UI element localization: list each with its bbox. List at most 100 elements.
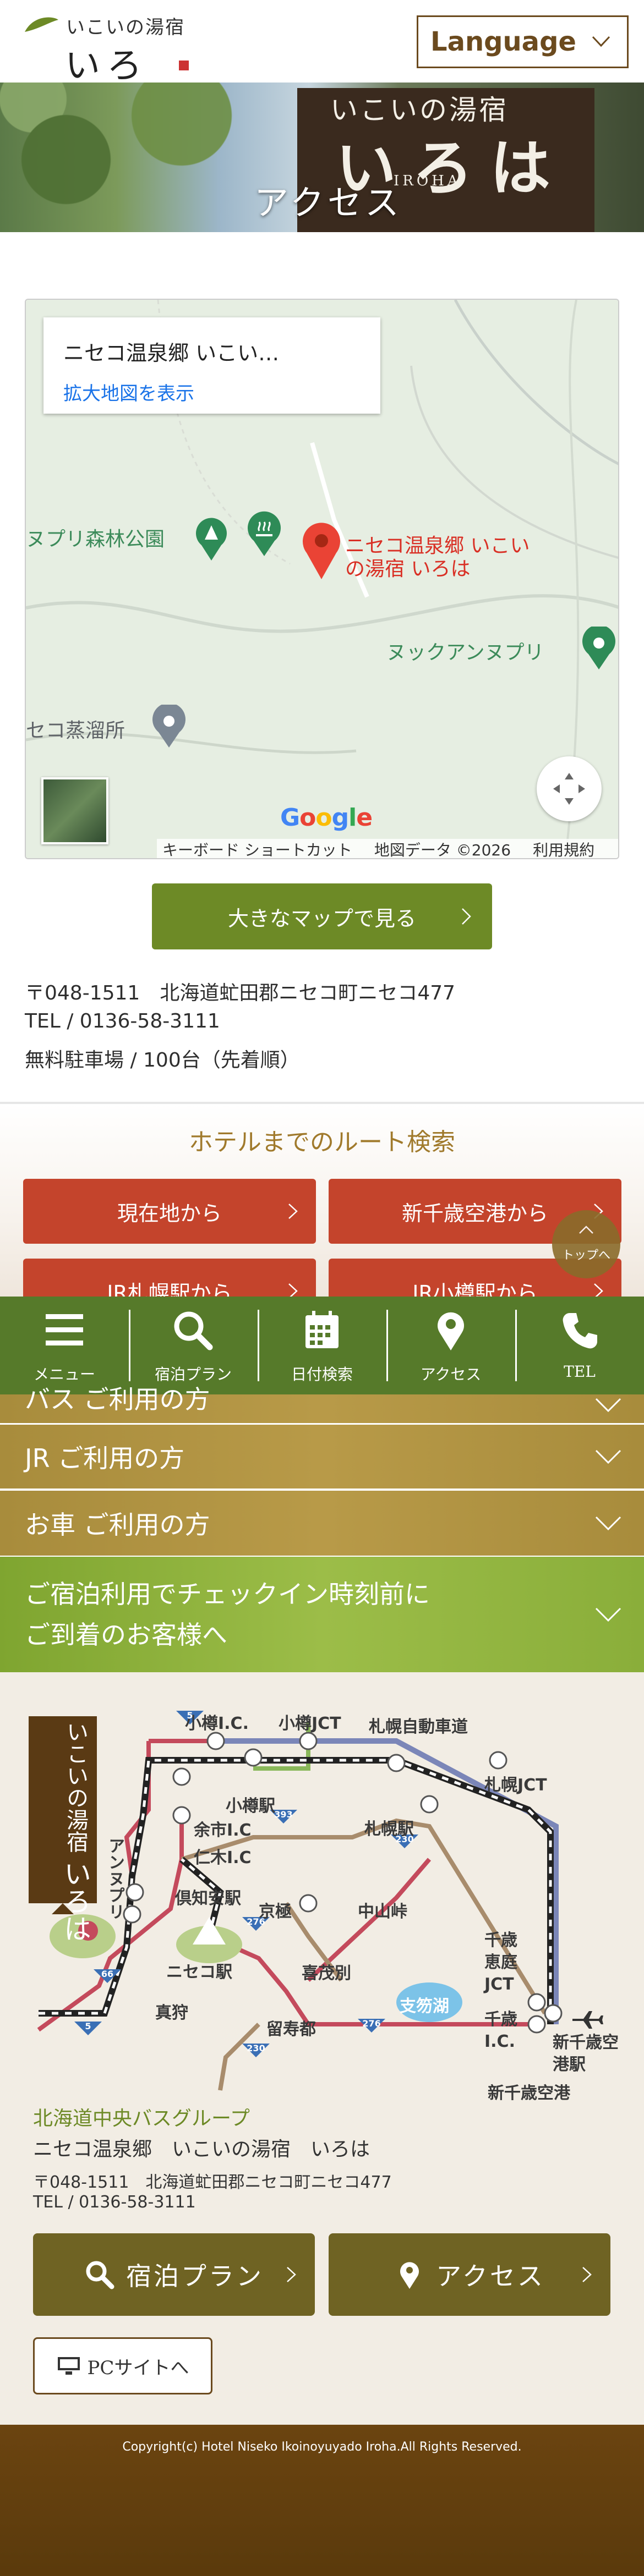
logo-seal bbox=[179, 61, 189, 70]
station-label: 新千歳空港駅 bbox=[553, 2033, 619, 2074]
nav-tel[interactable]: TEL bbox=[515, 1297, 644, 1394]
access-cta-label: アクセス bbox=[436, 2261, 545, 2291]
hero-banner: いこいの湯宿 いろは IROHA アクセス bbox=[0, 83, 644, 232]
route-from-current-location-button[interactable]: 現在地から bbox=[23, 1179, 316, 1244]
map-camera-control[interactable] bbox=[537, 756, 602, 821]
route-button-label: 新千歳空港から bbox=[401, 1201, 548, 1226]
station-label: 留寿都 bbox=[266, 2020, 316, 2039]
route-button-label: 現在地から bbox=[117, 1201, 222, 1226]
map-pin-icon bbox=[400, 2262, 419, 2289]
station-label: 新千歳空港 bbox=[488, 2084, 570, 2103]
map-label-park: ヌプリ森林公園 bbox=[26, 528, 165, 551]
hotel-location-pin-icon[interactable] bbox=[301, 520, 342, 580]
station-label: 倶知安駅 bbox=[175, 1889, 241, 1908]
park-pin-icon[interactable] bbox=[194, 518, 229, 562]
view-large-map-button[interactable]: 大きなマップで見る bbox=[152, 883, 492, 949]
station-label: 小樽駅 bbox=[226, 1797, 275, 1816]
accordion-early-text: ご宿泊利用でチェックイン時刻前に ご到着のお客様へ bbox=[25, 1574, 430, 1655]
station-label: 札幌自動車道 bbox=[369, 1717, 468, 1737]
site-header: いこいの湯宿 いろは Language bbox=[0, 0, 644, 137]
station-label: アンヌプリ bbox=[105, 1837, 124, 1920]
accordion-early-line2: ご到着のお客様へ bbox=[25, 1620, 227, 1650]
map-data-text: 地図データ ©2026 bbox=[374, 841, 511, 859]
map-place-card: ニセコ温泉郷 いこい… 拡大地図を表示 bbox=[43, 317, 380, 414]
station-label: 千歳I.C. bbox=[484, 2010, 517, 2051]
accordion-car-label: お車 ご利用の方 bbox=[25, 1510, 210, 1540]
mountain-pin-icon[interactable] bbox=[580, 627, 618, 671]
accordion-car[interactable]: お車 ご利用の方 bbox=[0, 1491, 644, 1556]
search-icon bbox=[86, 2261, 114, 2289]
station-label: 喜茂別 bbox=[302, 1964, 351, 1983]
pc-site-label: PCサイトへ bbox=[87, 2357, 189, 2379]
map-place-name: ニセコ温泉郷 いこい… bbox=[63, 341, 280, 365]
map-attribution-bar: キーボード ショートカット 地図データ ©2026 利用規約 bbox=[157, 838, 618, 859]
address-parking: 無料駐車場 / 100台（先着順） bbox=[25, 1049, 300, 1072]
chevron-down-icon bbox=[595, 1398, 621, 1413]
map-label-distillery: セコ蒸溜所 bbox=[26, 719, 125, 742]
satellite-toggle[interactable] bbox=[41, 777, 108, 844]
hero-sign-roman: IROHA bbox=[394, 173, 461, 189]
distillery-pin-icon[interactable] bbox=[150, 705, 188, 749]
menu-icon bbox=[46, 1314, 83, 1345]
map-label-hotel-line2: の湯宿 いろは bbox=[345, 558, 471, 580]
monitor-icon bbox=[57, 2357, 80, 2375]
copyright: Copyright(c) Hotel Niseko Ikoinoyuyado I… bbox=[122, 2440, 522, 2454]
address-postal: 〒048-1511 北海道虻田郡ニセコ町ニセコ477 bbox=[25, 982, 456, 1004]
terms-link[interactable]: 利用規約 bbox=[533, 838, 594, 858]
nav-tel-label: TEL bbox=[564, 1363, 596, 1381]
leaf-icon bbox=[25, 17, 58, 32]
nav-access-label: アクセス bbox=[420, 1365, 482, 1383]
back-to-top-label: トップへ bbox=[561, 1249, 610, 1262]
language-selector[interactable]: Language bbox=[417, 15, 629, 68]
nav-date-label: 日付検索 bbox=[291, 1365, 353, 1383]
view-large-map-label: 大きなマップで見る bbox=[227, 906, 416, 931]
site-logo[interactable]: いこいの湯宿 いろは bbox=[22, 10, 189, 137]
page-title: アクセス bbox=[254, 183, 402, 223]
move-arrows-icon bbox=[553, 773, 585, 805]
station-label: 支笏湖 bbox=[400, 1997, 449, 2016]
address-tel[interactable]: TEL / 0136-58-3111 bbox=[25, 1010, 220, 1032]
accordion-jr[interactable]: JR ご利用の方 bbox=[0, 1425, 644, 1489]
plans-cta-button[interactable]: 宿泊プラン bbox=[33, 2233, 315, 2316]
nav-date-search[interactable]: 日付検索 bbox=[258, 1297, 386, 1394]
calendar-icon bbox=[305, 1311, 339, 1348]
station-label: 真狩 bbox=[155, 2003, 188, 2023]
station-label: 余市I.C bbox=[194, 1821, 252, 1840]
chevron-right-icon bbox=[582, 2267, 592, 2282]
station-label: 札幌駅 bbox=[364, 1820, 414, 1839]
accordion-bus[interactable]: バス ご利用の方 bbox=[0, 1385, 644, 1423]
company-tel[interactable]: TEL / 0136-58-3111 bbox=[33, 2193, 196, 2212]
plans-cta-label: 宿泊プラン bbox=[126, 2261, 264, 2291]
language-label: Language bbox=[430, 26, 576, 57]
station-label: 仁木I.C bbox=[194, 1848, 252, 1868]
chevron-down-icon bbox=[595, 1449, 621, 1464]
company-address: 〒048-1511 北海道虻田郡ニセコ町ニセコ477 bbox=[33, 2173, 392, 2192]
station-label: 京極 bbox=[259, 1902, 292, 1921]
station-label: ニセコ駅 bbox=[166, 1963, 232, 1982]
accordion-bus-label: バス ご利用の方 bbox=[25, 1385, 210, 1414]
google-map-embed[interactable]: ニセコ温泉郷 いこい… 拡大地図を表示 ヌプリ森林公園 ニセコ温泉郷 いこい の… bbox=[25, 299, 619, 859]
map-enlarge-link[interactable]: 拡大地図を表示 bbox=[63, 378, 361, 405]
accordion-jr-label: JR ご利用の方 bbox=[25, 1443, 185, 1473]
back-to-top-button[interactable]: トップへ bbox=[552, 1210, 620, 1278]
onsen-pin-icon[interactable] bbox=[245, 511, 283, 557]
nav-access[interactable]: アクセス bbox=[386, 1297, 515, 1394]
google-logo: Google bbox=[280, 804, 373, 832]
station-label: 中山峠 bbox=[358, 1902, 407, 1921]
accordion-early-arrival[interactable]: ご宿泊利用でチェックイン時刻前に ご到着のお客様へ bbox=[0, 1557, 644, 1672]
route-search-title: ホテルまでのルート検索 bbox=[189, 1128, 455, 1156]
map-label-nupuri: ヌックアンヌプリ bbox=[386, 641, 544, 664]
chevron-down-icon bbox=[592, 36, 610, 47]
keyboard-shortcuts-link[interactable]: キーボード ショートカット bbox=[162, 838, 352, 858]
phone-icon bbox=[563, 1313, 597, 1349]
chevron-up-icon bbox=[579, 1226, 593, 1234]
chevron-down-icon bbox=[595, 1516, 621, 1531]
pc-site-button[interactable]: PCサイトへ bbox=[33, 2337, 212, 2394]
station-label: 小樽I.C. bbox=[185, 1714, 249, 1733]
station-label: 千歳恵庭JCT bbox=[484, 1931, 517, 1994]
access-cta-button[interactable]: アクセス bbox=[329, 2233, 610, 2316]
station-label: 札幌JCT bbox=[484, 1776, 547, 1795]
chevron-right-icon bbox=[288, 1204, 298, 1219]
company-name: ニセコ温泉郷 いこいの湯宿 いろは bbox=[33, 2138, 370, 2161]
station-label: 小樽JCT bbox=[279, 1714, 341, 1733]
